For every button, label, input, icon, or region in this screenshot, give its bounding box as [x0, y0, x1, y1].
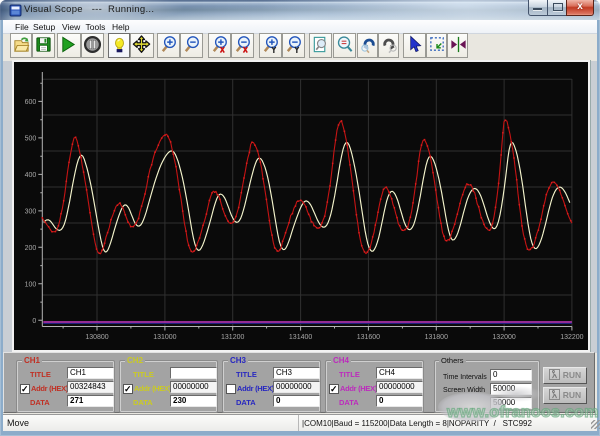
svg-text:132000: 132000 [492, 334, 515, 341]
svg-text:130800: 130800 [85, 334, 108, 341]
svg-text:131200: 131200 [221, 334, 244, 341]
svg-text:200: 200 [25, 245, 37, 252]
svg-text:500: 500 [25, 135, 37, 142]
svg-text:400: 400 [25, 172, 37, 179]
svg-text:100: 100 [25, 281, 37, 288]
svg-text:131400: 131400 [289, 334, 312, 341]
svg-text:131800: 131800 [425, 334, 448, 341]
svg-text:300: 300 [25, 208, 37, 215]
svg-text:131600: 131600 [357, 334, 380, 341]
svg-text:0: 0 [32, 318, 36, 325]
svg-text:131000: 131000 [153, 334, 176, 341]
svg-text:132200: 132200 [560, 334, 583, 341]
svg-text:600: 600 [25, 99, 37, 106]
